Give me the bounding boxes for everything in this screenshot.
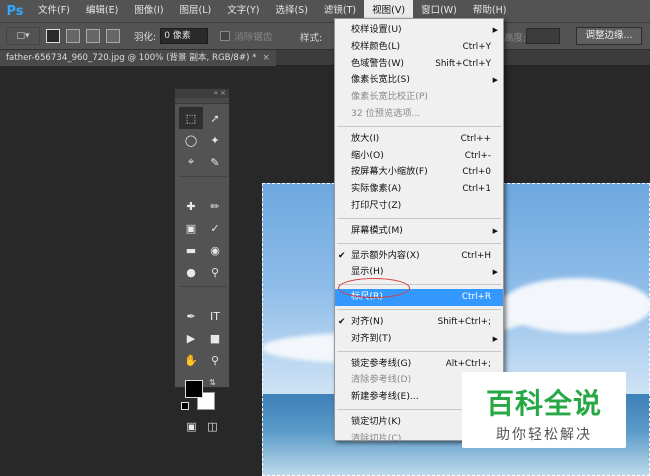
photoshop-logo: Ps — [6, 3, 24, 19]
new-selection-button[interactable] — [46, 29, 60, 43]
feather-input[interactable]: 0 像素 — [160, 28, 209, 44]
submenu-arrow-icon: ▶ — [492, 76, 498, 85]
menu-separator — [337, 125, 501, 127]
menu-type[interactable]: 文字(Y) — [219, 0, 267, 22]
move-tool-icon[interactable]: ➚ — [203, 107, 227, 129]
menu-item-zoom-in[interactable]: 放大(I) Ctrl++ — [335, 131, 503, 148]
color-swatches: ⇅ — [175, 378, 229, 416]
hand-tool-icon[interactable]: ✋ — [179, 349, 203, 371]
options-bar: □▾ 羽化: 0 像素 消除锯齿 样式: 高度: 调整边缘... — [0, 22, 650, 50]
menu-item-actual-pixels[interactable]: 实际像素(A) Ctrl+1 — [335, 181, 503, 198]
magic-wand-icon[interactable]: ✦ — [203, 129, 227, 151]
antialias-checkbox[interactable] — [220, 31, 231, 41]
marquee-icon: □▾ — [16, 31, 30, 41]
subtract-selection-button[interactable] — [86, 29, 100, 43]
history-brush-icon[interactable]: ✓ — [203, 217, 227, 239]
menu-layer[interactable]: 图层(L) — [172, 0, 220, 22]
rectangular-marquee-icon[interactable]: ⬚ — [179, 107, 203, 129]
menu-item-pixel-aspect-correction: 像素长宽比校正(P) — [351, 91, 429, 103]
tools-panel-header[interactable]: « × — [175, 89, 229, 98]
checkmark-icon: ✔ — [338, 250, 346, 261]
watermark-subtitle: 助你轻松解决 — [496, 427, 592, 443]
annotation-ellipse — [338, 278, 410, 298]
quick-mask-icon[interactable]: ▣ — [186, 420, 196, 433]
foreground-color-swatch[interactable] — [185, 380, 203, 398]
height-input[interactable] — [526, 28, 560, 44]
tools-panel: « × ⬚ ➚ ◯ ✦ ⌖ ✎ ✚ ✏ ▣ ✓ ▬ ◉ ● ⚲ ✒ IT ▶ ■… — [174, 88, 230, 433]
menu-item-gamut-warning[interactable]: 色域警告(W) Shift+Ctrl+Y — [335, 56, 503, 73]
menu-select[interactable]: 选择(S) — [267, 0, 315, 22]
clone-stamp-icon[interactable]: ▣ — [179, 217, 203, 239]
swap-colors-icon[interactable]: ⇅ — [209, 378, 216, 387]
eyedropper-icon[interactable]: ✎ — [203, 151, 227, 173]
height-label: 高度: — [504, 33, 527, 44]
menu-separator — [337, 217, 501, 219]
crop-tool-icon[interactable]: ⌖ — [179, 151, 203, 173]
menu-item-lock-guides[interactable]: 锁定参考线(G) Alt+Ctrl+; — [335, 356, 503, 373]
feather-label: 羽化: — [134, 32, 157, 43]
blur-tool-icon[interactable]: ● — [179, 261, 203, 283]
document-tab-bar: father-656734_960_720.jpg @ 100% (背景 副本,… — [0, 50, 650, 66]
tool-preset-picker[interactable]: □▾ — [6, 27, 40, 45]
menu-item-proof-setup[interactable]: 校样设置(U) ▶ — [335, 22, 503, 39]
document-tab[interactable]: father-656734_960_720.jpg @ 100% (背景 副本,… — [0, 50, 276, 66]
screen-mode-icon[interactable]: ◫ — [207, 420, 217, 433]
menu-item-extras[interactable]: ✔ 显示额外内容(X) Ctrl+H — [335, 248, 503, 265]
watermark-badge: 百科全说 助你轻松解决 — [462, 372, 626, 448]
default-colors-icon[interactable] — [181, 402, 189, 410]
document-title: father-656734_960_720.jpg @ 100% (背景 副本,… — [6, 53, 257, 63]
spot-healing-icon[interactable]: ✚ — [179, 195, 203, 217]
eraser-tool-icon[interactable]: ▬ — [179, 239, 203, 261]
rectangle-tool-icon[interactable]: ■ — [203, 327, 227, 349]
pen-tool-icon[interactable]: ✒ — [179, 305, 203, 327]
add-selection-button[interactable] — [66, 29, 80, 43]
menu-separator — [337, 242, 501, 244]
intersect-selection-button[interactable] — [106, 29, 120, 43]
menu-item-pixel-aspect-ratio[interactable]: 像素长宽比(S) ▶ — [335, 72, 503, 89]
style-label: 样式: — [300, 33, 323, 44]
tool-divider — [179, 283, 227, 287]
menu-item-print-size[interactable]: 打印尺寸(Z) — [335, 198, 503, 215]
refine-edge-button[interactable]: 调整边缘... — [576, 27, 642, 45]
watermark-title: 百科全说 — [485, 387, 602, 420]
menu-item-32bit-preview: 32 位预览选项... — [351, 107, 421, 119]
zoom-tool-icon[interactable]: ⚲ — [203, 349, 227, 371]
menu-item-fit-on-screen[interactable]: 按屏幕大小缩放(F) Ctrl+0 — [335, 164, 503, 181]
menu-item-snap[interactable]: ✔ 对齐(N) Shift+Ctrl+; — [335, 314, 503, 331]
path-selection-icon[interactable]: ▶ — [179, 327, 203, 349]
menu-item-screen-mode[interactable]: 屏幕模式(M) ▶ — [335, 223, 503, 240]
menu-image[interactable]: 图像(I) — [126, 0, 171, 22]
brush-tool-icon[interactable]: ✏ — [203, 195, 227, 217]
close-icon[interactable]: × — [262, 53, 269, 63]
menu-item-zoom-out[interactable]: 缩小(O) Ctrl+- — [335, 148, 503, 165]
menu-bar: Ps 文件(F) 编辑(E) 图像(I) 图层(L) 文字(Y) 选择(S) 滤… — [0, 0, 650, 22]
menu-file[interactable]: 文件(F) — [30, 0, 78, 22]
antialias-label: 消除锯齿 — [234, 32, 273, 43]
tool-divider — [179, 173, 227, 177]
menu-item-proof-colors[interactable]: 校样颜色(L) Ctrl+Y — [335, 39, 503, 56]
checkmark-icon: ✔ — [338, 316, 346, 327]
lasso-tool-icon[interactable]: ◯ — [179, 129, 203, 151]
dodge-tool-icon[interactable]: ⚲ — [203, 261, 227, 283]
submenu-arrow-icon: ▶ — [492, 26, 498, 34]
submenu-arrow-icon: ▶ — [492, 268, 498, 277]
submenu-arrow-icon: ▶ — [492, 334, 498, 343]
submenu-arrow-icon: ▶ — [492, 226, 498, 235]
paint-bucket-icon[interactable]: ◉ — [203, 239, 227, 261]
menu-separator — [337, 350, 501, 352]
type-tool-icon[interactable]: IT — [203, 305, 227, 327]
menu-edit[interactable]: 编辑(E) — [78, 0, 126, 22]
menu-item-snap-to[interactable]: 对齐到(T) ▶ — [335, 331, 503, 348]
menu-separator — [337, 308, 501, 310]
